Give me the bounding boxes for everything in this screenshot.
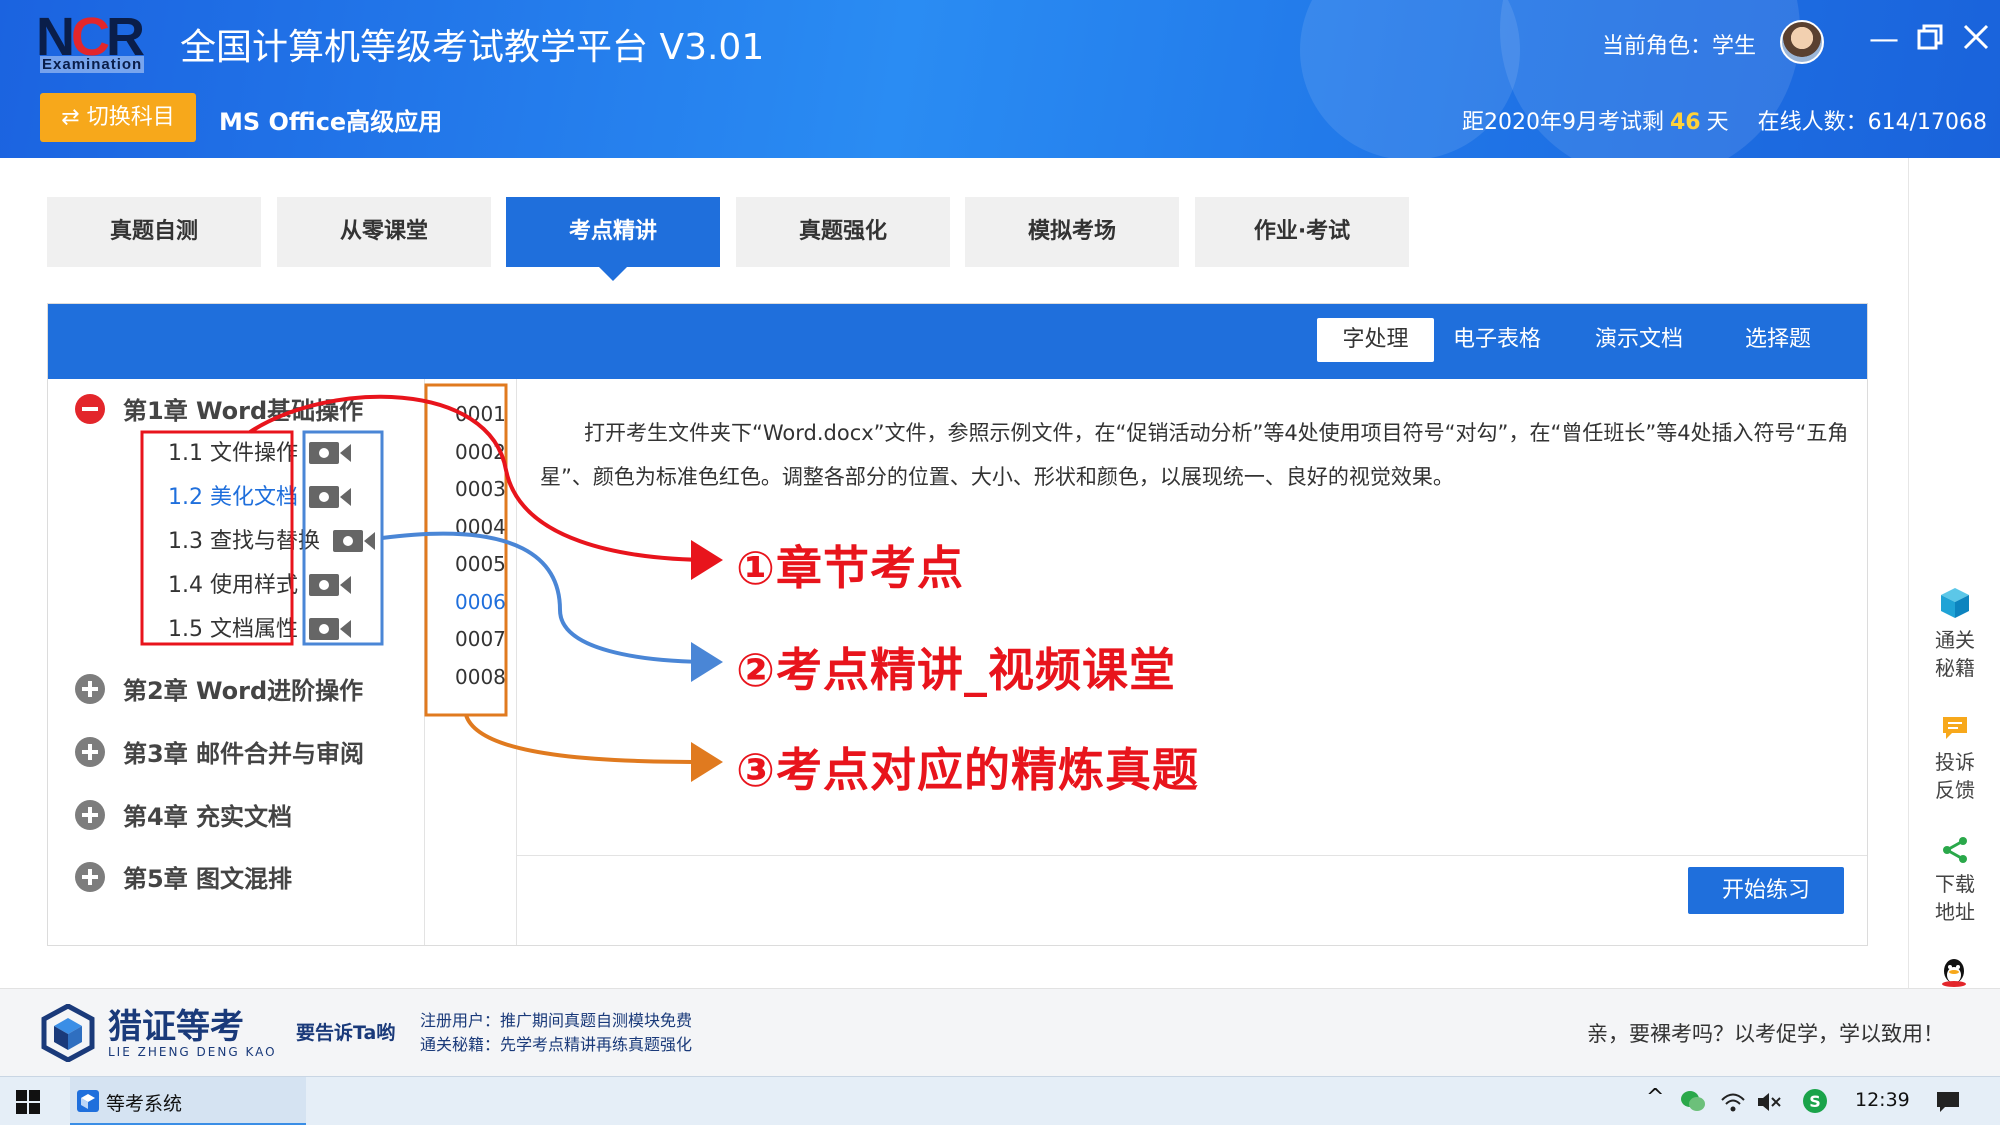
chapter-5[interactable]: 第5章 图文混排 — [75, 859, 292, 895]
volume-muted-icon[interactable] — [1756, 1090, 1782, 1114]
video-camera-icon[interactable] — [308, 573, 352, 597]
avatar[interactable] — [1780, 20, 1824, 64]
tab-cong-ling[interactable]: 从零课堂 — [277, 197, 491, 267]
section-1-3[interactable]: 1.3 查找与替换 — [168, 523, 320, 555]
annotation-label-3: ③考点对应的精炼真题 — [736, 743, 1199, 797]
video-camera-icon[interactable] — [308, 617, 352, 641]
chat-icon — [1943, 717, 1967, 739]
footer-brand-pinyin: LIE ZHENG DENG KAO — [108, 1045, 277, 1059]
question-text: 打开考生文件夹下“Word.docx”文件，参照示例文件，在“促销活动分析”等4… — [540, 421, 1849, 489]
footer: 猎证等考 LIE ZHENG DENG KAO 要告诉Ta哟 注册用户：推广期间… — [0, 988, 2000, 1076]
subject-tab-bar: 字处理 电子表格 演示文档 选择题 — [48, 304, 1867, 379]
title-bar: NCR Examination 全国计算机等级考试教学平台 V3.01 当前角色… — [0, 0, 2000, 158]
side-tool-guide[interactable]: 通关 秘籍 — [1909, 586, 2000, 682]
chapter-3[interactable]: 第3章 邮件合并与审阅 — [75, 734, 364, 770]
question-number[interactable]: 0002 — [455, 440, 506, 464]
qq-penguin-icon[interactable] — [1939, 958, 1969, 988]
svg-text:S: S — [1809, 1092, 1821, 1111]
collapse-icon[interactable] — [75, 394, 105, 424]
notification-icon[interactable] — [1935, 1089, 1961, 1115]
restore-icon[interactable] — [1912, 22, 1948, 58]
annotation-label-2: ②考点精讲_视频课堂 — [736, 643, 1176, 697]
exam-point-panel: 字处理 电子表格 演示文档 选择题 第1章 Word基础操作 1.1 文件操作 … — [47, 303, 1868, 946]
online-count: 在线人数：614/17068 — [1757, 110, 1988, 135]
side-tool-feedback[interactable]: 投诉 反馈 — [1909, 714, 2000, 804]
footer-tell[interactable]: 要告诉Ta哟 — [296, 1018, 395, 1045]
expand-icon[interactable] — [75, 737, 105, 767]
subtab-ppt[interactable]: 演示文档 — [1589, 318, 1689, 362]
expand-icon[interactable] — [75, 800, 105, 830]
section-1-4[interactable]: 1.4 使用样式 — [168, 567, 298, 599]
chevron-up-icon[interactable]: ^ — [1646, 1085, 1664, 1110]
tab-moni-kaochang[interactable]: 模拟考场 — [965, 197, 1179, 267]
tab-zuoye-kaoshi[interactable]: 作业·考试 — [1195, 197, 1409, 267]
subtab-excel[interactable]: 电子表格 — [1447, 318, 1547, 362]
share-icon — [1943, 837, 1967, 863]
subtab-choice[interactable]: 选择题 — [1728, 318, 1828, 362]
taskbar-clock[interactable]: 12:39 — [1855, 1089, 1910, 1111]
tab-kaodian-jingjiang[interactable]: 考点精讲 — [506, 197, 720, 281]
footer-note: 注册用户：推广期间真题自测模块免费 — [420, 1011, 693, 1030]
video-camera-icon[interactable] — [332, 529, 376, 553]
start-practice-button[interactable]: 开始练习 — [1688, 867, 1844, 914]
question-number[interactable]: 0001 — [455, 402, 506, 426]
ncr-logo: NCR Examination — [36, 7, 145, 73]
question-number[interactable]: 0003 — [455, 477, 506, 501]
section-1-2[interactable]: 1.2 美化文档 — [168, 479, 298, 511]
minimize-icon[interactable]: — — [1866, 22, 1902, 58]
app-icon — [77, 1090, 99, 1112]
wechat-icon[interactable] — [1680, 1089, 1706, 1113]
question-number[interactable]: 0008 — [455, 665, 506, 689]
sogou-input-icon[interactable]: S — [1802, 1088, 1828, 1114]
liezheng-logo-icon — [41, 1004, 95, 1062]
close-icon[interactable] — [1958, 22, 1994, 58]
footer-brand: 猎证等考 — [108, 1007, 244, 1047]
video-camera-icon[interactable] — [308, 441, 352, 465]
windows-taskbar: 等考系统 ^ S 12:39 — [0, 1076, 2000, 1125]
section-1-1[interactable]: 1.1 文件操作 — [168, 435, 298, 467]
current-subject: MS Office高级应用 — [219, 108, 443, 136]
tab-zhenti-qianghua[interactable]: 真题强化 — [736, 197, 950, 267]
section-1-5[interactable]: 1.5 文档属性 — [168, 611, 298, 643]
current-role: 当前角色：学生 — [1602, 34, 1757, 59]
divider — [517, 855, 1867, 856]
expand-icon[interactable] — [75, 674, 105, 704]
expand-icon[interactable] — [75, 862, 105, 892]
cube-icon — [1941, 588, 1969, 618]
tab-zhenti-zice[interactable]: 真题自测 — [47, 197, 261, 267]
footer-note: 通关秘籍：先学考点精讲再练真题强化 — [420, 1035, 693, 1054]
exam-countdown: 距2020年9月考试剩 46 天 在线人数：614/17068 — [1462, 110, 1988, 135]
chapter-1[interactable]: 第1章 Word基础操作 — [75, 391, 363, 427]
subtab-word[interactable]: 字处理 — [1317, 318, 1434, 362]
swap-icon: ⇄ — [61, 105, 80, 130]
annotation-label-1: ①章节考点 — [736, 541, 964, 595]
chapter-2[interactable]: 第2章 Word进阶操作 — [75, 671, 363, 707]
taskbar-app-dengkao[interactable]: 等考系统 — [70, 1077, 306, 1125]
side-toolbar: 通关 秘籍 投诉 反馈 下载 地址 — [1908, 158, 2000, 988]
chapter-4[interactable]: 第4章 充实文档 — [75, 797, 292, 833]
side-tool-download[interactable]: 下载 地址 — [1909, 836, 2000, 926]
question-number[interactable]: 0005 — [455, 552, 506, 576]
app-title: 全国计算机等级考试教学平台 V3.01 — [180, 27, 765, 68]
question-number[interactable]: 0004 — [455, 515, 506, 539]
switch-subject-button[interactable]: ⇄ 切换科目 — [40, 93, 196, 142]
footer-slogan: 亲，要裸考吗？以考促学，学以致用！ — [1587, 1022, 1944, 1046]
video-camera-icon[interactable] — [308, 485, 352, 509]
windows-start-icon[interactable] — [16, 1090, 40, 1114]
question-number[interactable]: 0006 — [455, 590, 506, 614]
question-number[interactable]: 0007 — [455, 627, 506, 651]
wifi-icon[interactable] — [1720, 1090, 1746, 1114]
chapter-tree: 第1章 Word基础操作 1.1 文件操作 1.2 美化文档 1.3 查找与替换… — [48, 379, 425, 945]
